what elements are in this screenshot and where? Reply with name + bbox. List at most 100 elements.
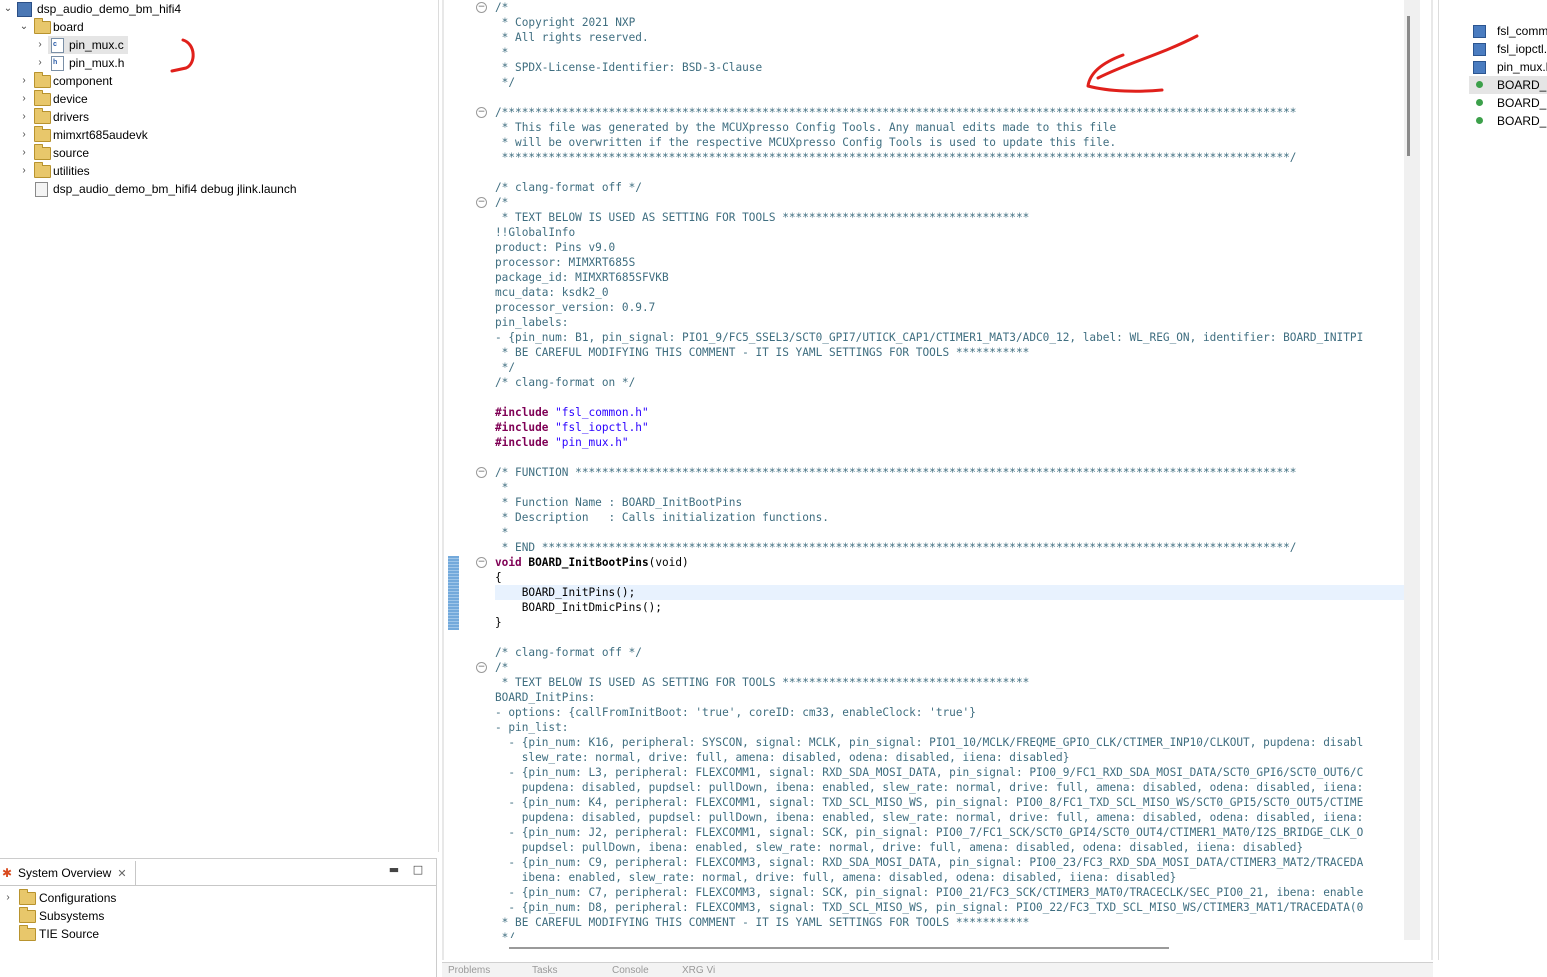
outline-item-include[interactable]: fsl_iopctl.: [1469, 40, 1547, 58]
tab-xrg[interactable]: XRG Vi: [682, 965, 715, 977]
tree-item-drivers[interactable]: › drivers: [0, 108, 438, 126]
tree-item-label: utilities: [53, 164, 90, 178]
outline-item-function[interactable]: BOARD_Ir: [1469, 94, 1547, 112]
chevron-right-icon[interactable]: ›: [18, 72, 30, 90]
chevron-down-icon[interactable]: ⌄: [18, 18, 30, 36]
change-marker: [448, 556, 459, 630]
include-path: "fsl_common.h": [548, 406, 649, 419]
code-line: * This file was generated by the MCUXpre…: [495, 121, 1117, 134]
tree-item-utilities[interactable]: › utilities: [0, 162, 438, 180]
code-line: - {pin_num: K4, peripheral: FLEXCOMM1, s…: [495, 796, 1364, 809]
c-file-icon: c: [51, 38, 64, 53]
tab-system-overview[interactable]: ✱ System Overview ✕: [0, 861, 136, 885]
code-line: - {pin_num: C7, peripheral: FLEXCOMM3, s…: [495, 886, 1364, 899]
fold-toggle-icon[interactable]: −: [476, 197, 487, 208]
code-line: */: [495, 76, 516, 89]
code-line: #include "fsl_common.h": [495, 405, 649, 420]
code-line: pupdena: disabled, pupdsel: pullDown, ib…: [495, 811, 1364, 824]
tree-item-configurations[interactable]: › Configurations: [0, 889, 436, 907]
chevron-right-icon[interactable]: ›: [18, 144, 30, 162]
code-line: processor_version: 0.9.7: [495, 301, 656, 314]
code-line: #include "fsl_iopctl.h": [495, 420, 649, 435]
include-icon: [1473, 25, 1486, 38]
tree-item-subsystems[interactable]: Subsystems: [0, 907, 436, 925]
code-line: * Function Name : BOARD_InitBootPins: [495, 496, 743, 509]
function-icon: [1476, 99, 1483, 106]
tree-item-tie-source[interactable]: TIE Source: [0, 925, 436, 943]
outline-item-function[interactable]: BOARD_Ir: [1469, 76, 1547, 94]
outline-item-function[interactable]: BOARD_Ir: [1469, 112, 1547, 130]
vertical-scrollbar[interactable]: [1404, 0, 1420, 940]
folder-icon: [19, 889, 36, 905]
fold-toggle-icon[interactable]: −: [476, 467, 487, 478]
tree-item-launch-config[interactable]: dsp_audio_demo_bm_hifi4 debug jlink.laun…: [0, 180, 438, 198]
code-line: *: [495, 526, 509, 539]
function-name: BOARD_InitBootPins: [528, 556, 649, 569]
code-line: - {pin_num: K16, peripheral: SYSCON, sig…: [495, 736, 1364, 749]
code-line: /***************************************…: [495, 106, 1297, 119]
tree-item-pin-mux-c[interactable]: › c pin_mux.c: [38, 36, 128, 54]
tree-item-board[interactable]: ⌄ board: [0, 18, 438, 36]
tab-console[interactable]: Console: [612, 965, 649, 977]
chevron-down-icon[interactable]: ⌄: [2, 0, 14, 18]
code-line: /*: [495, 1, 509, 14]
fold-toggle-icon[interactable]: −: [476, 557, 487, 568]
system-overview-tabbar: ✱ System Overview ✕ ▬ □: [0, 859, 436, 886]
fold-toggle-icon[interactable]: −: [476, 2, 487, 13]
code-line: ibena: enabled, slew_rate: normal, drive…: [495, 871, 1177, 884]
tree-item-label: device: [53, 92, 88, 106]
code-line: - {pin_num: L3, peripheral: FLEXCOMM1, s…: [495, 766, 1364, 779]
code-line: - {pin_num: B1, pin_signal: PIO1_9/FC5_S…: [495, 331, 1364, 344]
function-icon: [1476, 81, 1483, 88]
chevron-right-icon[interactable]: ›: [2, 889, 14, 907]
tree-item-component[interactable]: › component: [0, 72, 438, 90]
tree-item-label: drivers: [53, 110, 90, 124]
horizontal-scrollbar[interactable]: [495, 940, 1404, 954]
chevron-right-icon[interactable]: ›: [18, 90, 30, 108]
include-keyword: #include: [495, 421, 549, 434]
tab-problems[interactable]: Problems: [448, 965, 490, 977]
code-line: */: [495, 931, 516, 938]
tab-tasks[interactable]: Tasks: [532, 965, 558, 977]
fold-toggle-icon[interactable]: −: [476, 662, 487, 673]
folder-icon: [19, 925, 36, 941]
code-line: - {pin_num: J2, peripheral: FLEXCOMM1, s…: [495, 826, 1364, 839]
folder-icon: [34, 162, 51, 178]
scrollbar-thumb[interactable]: [509, 947, 1169, 949]
code-line: - pin_list:: [495, 721, 569, 734]
outline-item-include[interactable]: pin_mux.l: [1469, 58, 1547, 76]
folder-icon: [34, 72, 51, 88]
chevron-right-icon[interactable]: ›: [34, 54, 46, 72]
outline-item-include[interactable]: fsl_comm: [1469, 22, 1547, 40]
tree-item-project[interactable]: ⌄ dsp_audio_demo_bm_hifi4: [0, 0, 438, 18]
chevron-right-icon[interactable]: ›: [18, 162, 30, 180]
system-overview-panel: ✱ System Overview ✕ ▬ □ › Configurations …: [0, 858, 437, 977]
maximize-icon[interactable]: □: [412, 864, 424, 876]
chevron-right-icon[interactable]: ›: [18, 108, 30, 126]
code-line: BOARD_InitPins();: [495, 586, 636, 599]
code-line: /*: [495, 196, 509, 209]
chevron-right-icon[interactable]: ›: [18, 126, 30, 144]
launch-file-icon: [35, 182, 48, 197]
close-icon[interactable]: ✕: [117, 868, 126, 880]
code-line: * TEXT BELOW IS USED AS SETTING FOR TOOL…: [495, 676, 1030, 689]
code-line: *: [495, 46, 509, 59]
code-line: * All rights reserved.: [495, 31, 649, 44]
code-area[interactable]: /* * Copyright 2021 NXP * All rights res…: [495, 0, 1404, 938]
code-line: /* clang-format on */: [495, 376, 636, 389]
minimize-icon[interactable]: ▬: [388, 864, 400, 876]
chevron-right-icon[interactable]: ›: [34, 36, 46, 54]
project-icon: [17, 2, 32, 17]
include-keyword: #include: [495, 436, 549, 449]
code-line: mcu_data: ksdk2_0: [495, 286, 609, 299]
tree-item-pin-mux-h[interactable]: › h pin_mux.h: [38, 54, 138, 72]
editor-surface[interactable]: − − − − − − /* * Copyright 2021 NXP * All rig…: [444, 0, 1431, 960]
outline-item-label: fsl_comm: [1497, 24, 1547, 38]
tree-item-device[interactable]: › device: [0, 90, 438, 108]
scrollbar-thumb[interactable]: [1407, 16, 1410, 156]
code-line: * will be overwritten if the respective …: [495, 136, 1117, 149]
tree-item-source[interactable]: › source: [0, 144, 438, 162]
fold-toggle-icon[interactable]: −: [476, 107, 487, 118]
tree-item-label: pin_mux.h: [69, 56, 125, 70]
tree-item-mimxrt685audevk[interactable]: › mimxrt685audevk: [0, 126, 438, 144]
